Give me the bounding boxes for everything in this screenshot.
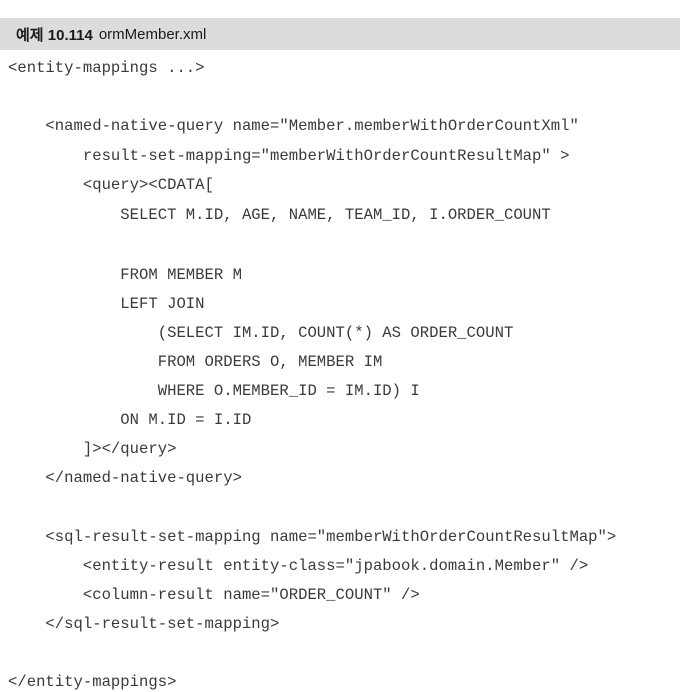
code-line: <query><CDATA[: [8, 176, 214, 194]
code-line: </sql-result-set-mapping>: [8, 615, 280, 633]
code-line: FROM ORDERS O, MEMBER IM: [8, 353, 383, 371]
code-line: <entity-mappings ...>: [8, 59, 205, 77]
code-line: </entity-mappings>: [8, 673, 177, 691]
code-line: ON M.ID = I.ID: [8, 411, 252, 429]
code-line: FROM MEMBER M: [8, 266, 242, 284]
code-line: <named-native-query name="Member.memberW…: [8, 117, 579, 135]
code-line: LEFT JOIN: [8, 295, 205, 313]
code-line: <sql-result-set-mapping name="memberWith…: [8, 528, 617, 546]
example-number: 예제 10.114: [16, 26, 93, 44]
example-filename: ormMember.xml: [98, 25, 207, 43]
code-line: SELECT M.ID, AGE, NAME, TEAM_ID, I.ORDER…: [8, 206, 551, 224]
code-line: </named-native-query>: [8, 469, 242, 487]
code-line: <entity-result entity-class="jpabook.dom…: [8, 557, 589, 575]
code-line: result-set-mapping="memberWithOrderCount…: [8, 147, 570, 165]
code-line: (SELECT IM.ID, COUNT(*) AS ORDER_COUNT: [8, 324, 514, 342]
code-line: WHERE O.MEMBER_ID = IM.ID) I: [8, 382, 420, 400]
example-caption-bar: 예제 10.114 ormMember.xml: [0, 18, 680, 50]
code-line: <column-result name="ORDER_COUNT" />: [8, 586, 420, 604]
code-line: ]></query>: [8, 440, 177, 458]
